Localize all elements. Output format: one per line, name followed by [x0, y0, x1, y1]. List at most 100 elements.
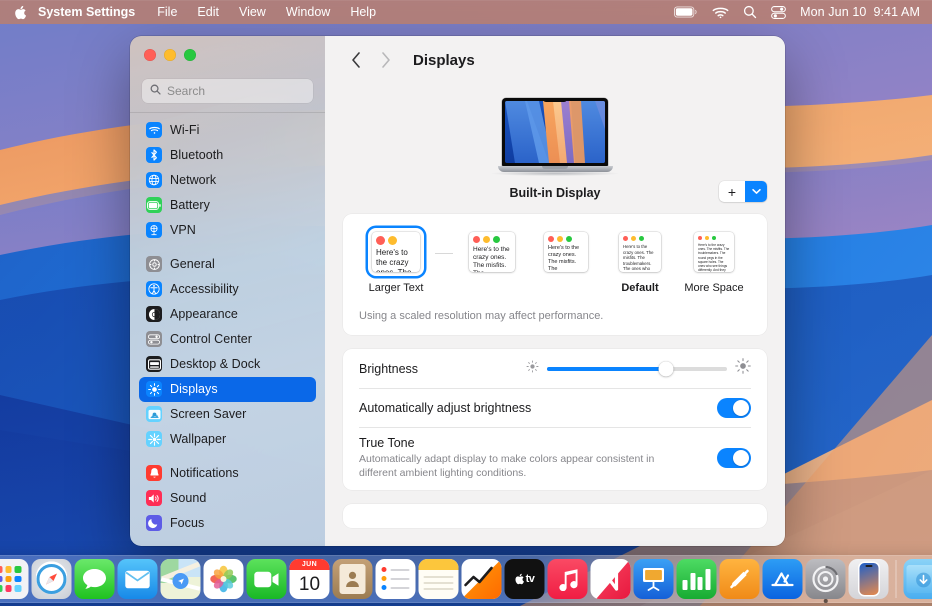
dock-item-news[interactable] — [591, 559, 631, 599]
sidebar-item-displays[interactable]: Displays — [139, 377, 316, 402]
close-button[interactable] — [144, 49, 156, 61]
iphone-mirroring-icon[interactable] — [849, 559, 889, 599]
dock-item-maps[interactable] — [161, 559, 201, 599]
minimize-button[interactable] — [164, 49, 176, 61]
search-icon — [150, 82, 161, 100]
dock-item-facetime[interactable] — [247, 559, 287, 599]
sidebar-item-control-center[interactable]: Control Center — [139, 327, 316, 352]
menu-edit[interactable]: Edit — [187, 0, 229, 24]
menu-view[interactable]: View — [229, 0, 276, 24]
music-icon[interactable] — [548, 559, 588, 599]
menu-app-name[interactable]: System Settings — [38, 0, 147, 24]
forward-button[interactable] — [373, 47, 399, 73]
stocks-icon[interactable] — [462, 559, 502, 599]
news-icon[interactable] — [591, 559, 631, 599]
dock-item-notes[interactable] — [419, 559, 459, 599]
dock-item-iphone-mirroring[interactable] — [849, 559, 889, 599]
apple-logo-icon[interactable] — [0, 5, 38, 20]
dock-item-music[interactable] — [548, 559, 588, 599]
dock-item-appletv[interactable]: tv — [505, 559, 545, 599]
dock-item-system-settings[interactable] — [806, 559, 846, 599]
sidebar-item-network[interactable]: Network — [139, 168, 316, 193]
maximize-button[interactable] — [184, 49, 196, 61]
notes-icon[interactable] — [419, 559, 459, 599]
menu-help[interactable]: Help — [340, 0, 386, 24]
numbers-icon[interactable] — [677, 559, 717, 599]
menu-window[interactable]: Window — [276, 0, 340, 24]
resolution-label: Larger Text — [369, 282, 424, 294]
photos-icon[interactable] — [204, 559, 244, 599]
sidebar-item-wallpaper[interactable]: Wallpaper — [139, 427, 316, 452]
sidebar-item-vpn[interactable]: VPN — [139, 218, 316, 243]
safari-icon[interactable] — [32, 559, 72, 599]
resolution-options: Here's to the crazy ones. The misfits. T… — [343, 214, 767, 298]
dock-item-numbers[interactable] — [677, 559, 717, 599]
resolution-option-2[interactable]: Here's to the crazy ones. The misfits. T… — [529, 228, 603, 294]
messages-icon[interactable] — [75, 559, 115, 599]
pages-icon[interactable] — [720, 559, 760, 599]
chevron-down-icon[interactable] — [745, 181, 767, 202]
facetime-icon[interactable] — [247, 559, 287, 599]
resolution-preview: Here's to the crazy ones. The misfits. T… — [469, 232, 515, 272]
brightness-slider[interactable] — [526, 358, 751, 379]
control-center-icon[interactable] — [771, 6, 786, 19]
menu-file[interactable]: File — [147, 0, 187, 24]
dock-item-launchpad[interactable] — [0, 559, 29, 599]
search-input[interactable] — [167, 84, 305, 98]
brightness-track[interactable] — [547, 367, 727, 371]
true-tone-toggle[interactable] — [717, 448, 751, 468]
sidebar-item-battery[interactable]: Battery — [139, 193, 316, 218]
appstore-icon[interactable] — [763, 559, 803, 599]
contacts-icon[interactable] — [333, 559, 373, 599]
dock-item-safari[interactable] — [32, 559, 72, 599]
system-settings-icon[interactable] — [806, 559, 846, 599]
appletv-icon[interactable]: tv — [505, 559, 545, 599]
dock-item-contacts[interactable] — [333, 559, 373, 599]
add-display-button[interactable]: + — [719, 181, 745, 202]
search-icon[interactable] — [743, 5, 757, 19]
sidebar-item-sound[interactable]: Sound — [139, 486, 316, 511]
auto-brightness-toggle[interactable] — [717, 398, 751, 418]
resolution-option-larger-text[interactable]: Here's to the crazy ones. The misfits. T… — [359, 228, 433, 294]
maps-icon[interactable] — [161, 559, 201, 599]
dock-item-stocks[interactable] — [462, 559, 502, 599]
sidebar-item-wi-fi[interactable]: Wi-Fi — [139, 118, 316, 143]
wifi-icon[interactable] — [712, 6, 729, 19]
dock-item-pages[interactable] — [720, 559, 760, 599]
dock-item-keynote[interactable] — [634, 559, 674, 599]
sidebar-item-appearance[interactable]: Appearance — [139, 302, 316, 327]
battery-icon[interactable] — [674, 6, 698, 18]
dock-item-photos[interactable] — [204, 559, 244, 599]
brightness-knob[interactable] — [658, 361, 673, 376]
dock-item-reminders[interactable] — [376, 559, 416, 599]
mail-icon[interactable] — [118, 559, 158, 599]
resolution-option-1[interactable]: Here's to the crazy ones. The misfits. T… — [455, 228, 529, 294]
resolution-option-default[interactable]: Here's to the crazy ones. The misfits. T… — [603, 228, 677, 294]
sidebar-item-screen-saver[interactable]: Screen Saver — [139, 402, 316, 427]
sidebar-scroll-area[interactable]: Wi-FiBluetooth Network BatteryVPN GeneralAc… — [130, 113, 325, 547]
sidebar-item-bluetooth[interactable]: Bluetooth — [139, 143, 316, 168]
dock-item-downloads-folder[interactable] — [904, 559, 932, 599]
dock-item-messages[interactable] — [75, 559, 115, 599]
sidebar-item-label: Network — [170, 173, 216, 187]
sidebar-item-general[interactable]: General — [139, 252, 316, 277]
dock-item-calendar[interactable]: JUN10 — [290, 559, 330, 599]
resolution-option-more-space[interactable]: Here's to the crazy ones. The misfits. T… — [677, 228, 751, 294]
content-scroll-area[interactable]: Built-in Display + Here's to the crazy o… — [325, 84, 785, 546]
sidebar-item-desktop-dock[interactable]: Desktop & Dock — [139, 352, 316, 377]
dock-item-appstore[interactable] — [763, 559, 803, 599]
search-field[interactable] — [142, 79, 313, 103]
add-display-control[interactable]: + — [719, 181, 767, 202]
launchpad-icon[interactable] — [0, 559, 29, 599]
downloads-folder-icon[interactable] — [904, 559, 932, 599]
dock-item-mail[interactable] — [118, 559, 158, 599]
sidebar-item-accessibility[interactable]: Accessibility — [139, 277, 316, 302]
menu-bar-clock[interactable]: Mon Jun 10 9:41 AM — [800, 5, 920, 19]
sidebar-item-label: Notifications — [170, 466, 239, 480]
sidebar-item-focus[interactable]: Focus — [139, 511, 316, 536]
sidebar-item-notifications[interactable]: Notifications — [139, 461, 316, 486]
calendar-icon[interactable]: JUN10 — [290, 559, 330, 599]
reminders-icon[interactable] — [376, 559, 416, 599]
back-button[interactable] — [343, 47, 369, 73]
keynote-icon[interactable] — [634, 559, 674, 599]
